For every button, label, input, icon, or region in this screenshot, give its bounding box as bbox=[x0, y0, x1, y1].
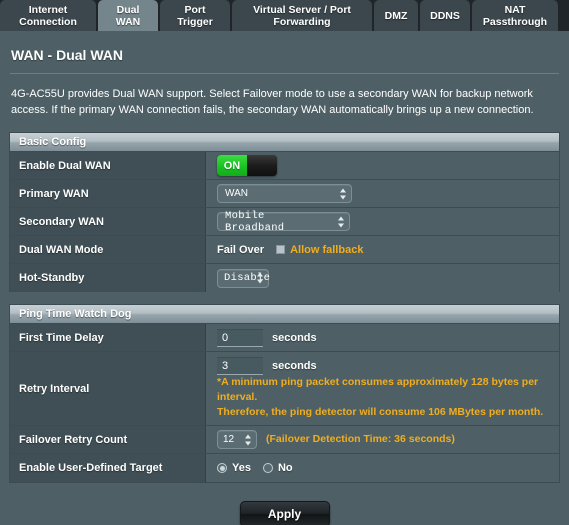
label-user-defined-target: Enable User-Defined Target bbox=[10, 454, 206, 482]
field-primary-wan: WAN bbox=[206, 180, 559, 207]
tab-ddns-label: DDNS bbox=[430, 9, 460, 22]
tab-dual-wan[interactable]: Dual WAN bbox=[98, 0, 158, 31]
field-user-defined-target: Yes No bbox=[206, 454, 559, 482]
tab-nat-passthrough-line2: Passthrough bbox=[482, 15, 548, 28]
ping-watch-dog-panel: Ping Time Watch Dog First Time Delay sec… bbox=[9, 304, 560, 483]
tab-port-trigger[interactable]: Port Trigger bbox=[160, 0, 230, 31]
ping-watch-dog-heading: Ping Time Watch Dog bbox=[10, 305, 559, 324]
row-retry-interval: Retry Interval seconds *A minimum ping p… bbox=[10, 352, 559, 426]
secondary-wan-value: Mobile Broadband bbox=[225, 209, 285, 234]
tab-nat-passthrough[interactable]: NAT Passthrough bbox=[472, 0, 558, 31]
title-divider bbox=[10, 73, 559, 74]
allow-fallback-label: Allow fallback bbox=[290, 243, 364, 256]
label-first-time-delay: First Time Delay bbox=[10, 324, 206, 351]
tab-port-trigger-line2: Trigger bbox=[177, 15, 213, 28]
label-retry-interval: Retry Interval bbox=[10, 352, 206, 425]
row-dual-wan-mode: Dual WAN Mode Fail Over Allow fallback bbox=[10, 236, 559, 264]
retry-interval-input-line: seconds bbox=[217, 357, 317, 375]
tab-internet-connection[interactable]: Internet Connection bbox=[0, 0, 96, 31]
row-user-defined-target: Enable User-Defined Target Yes No bbox=[10, 454, 559, 482]
row-secondary-wan: Secondary WAN Mobile Broadband bbox=[10, 208, 559, 236]
page-title: WAN - Dual WAN bbox=[11, 47, 123, 63]
chevron-updown-icon bbox=[244, 434, 251, 445]
retry-interval-note-line1: *A minimum ping packet consumes approxim… bbox=[217, 376, 539, 403]
user-defined-target-radio-group: Yes No bbox=[217, 462, 305, 474]
tab-dmz[interactable]: DMZ bbox=[374, 0, 418, 31]
failover-detection-time-note: (Failover Detection Time: 36 seconds) bbox=[266, 433, 455, 445]
label-dual-wan-mode: Dual WAN Mode bbox=[10, 236, 206, 263]
label-failover-retry-count: Failover Retry Count bbox=[10, 426, 206, 453]
row-hot-standby: Hot-Standby Disable bbox=[10, 264, 559, 292]
basic-config-panel: Basic Config Enable Dual WAN ON Primary … bbox=[9, 132, 560, 292]
row-primary-wan: Primary WAN WAN bbox=[10, 180, 559, 208]
user-defined-target-no-label: No bbox=[277, 462, 293, 474]
user-defined-target-yes-wrap[interactable]: Yes bbox=[217, 462, 251, 474]
field-dual-wan-mode: Fail Over Allow fallback bbox=[206, 236, 559, 263]
first-time-delay-unit: seconds bbox=[272, 331, 317, 344]
tab-dual-wan-line1: Dual bbox=[116, 3, 140, 16]
dual-wan-mode-value: Fail Over bbox=[217, 243, 265, 256]
retry-interval-note-line2: Therefore, the ping detector will consum… bbox=[217, 406, 544, 418]
field-failover-retry-count: 12 (Failover Detection Time: 36 seconds) bbox=[206, 426, 559, 453]
label-hot-standby: Hot-Standby bbox=[10, 264, 206, 292]
toggle-knob bbox=[247, 155, 277, 176]
tab-dmz-label: DMZ bbox=[384, 9, 408, 22]
allow-fallback-checkbox[interactable] bbox=[276, 245, 286, 254]
row-enable-dual-wan: Enable Dual WAN ON bbox=[10, 152, 559, 180]
chevron-updown-icon bbox=[337, 216, 344, 227]
enable-dual-wan-toggle[interactable]: ON bbox=[217, 155, 277, 176]
chevron-updown-icon bbox=[339, 188, 346, 199]
apply-bar: Apply bbox=[9, 483, 560, 525]
toggle-on-label: ON bbox=[217, 155, 247, 176]
field-enable-dual-wan: ON bbox=[206, 152, 559, 179]
hot-standby-value: Disable bbox=[224, 272, 271, 284]
primary-wan-select[interactable]: WAN bbox=[217, 184, 352, 203]
field-retry-interval: seconds *A minimum ping packet consumes … bbox=[206, 352, 559, 425]
tab-bar: Internet Connection Dual WAN Port Trigge… bbox=[0, 0, 569, 31]
primary-wan-value: WAN bbox=[225, 188, 248, 199]
user-defined-target-no-wrap[interactable]: No bbox=[262, 462, 293, 474]
user-defined-target-no-radio[interactable] bbox=[262, 463, 273, 473]
retry-interval-unit: seconds bbox=[272, 360, 317, 372]
first-time-delay-input[interactable] bbox=[217, 328, 263, 347]
tab-virtual-server-line2: Forwarding bbox=[273, 15, 331, 28]
tab-internet-connection-line2: Connection bbox=[19, 15, 77, 28]
user-defined-target-yes-radio[interactable] bbox=[217, 463, 227, 473]
failover-retry-count-value: 12 bbox=[223, 434, 235, 445]
field-first-time-delay: seconds bbox=[206, 324, 559, 351]
page-content: WAN - Dual WAN 4G-AC55U provides Dual WA… bbox=[0, 31, 569, 525]
basic-config-heading: Basic Config bbox=[10, 133, 559, 152]
user-defined-target-yes-label: Yes bbox=[232, 462, 251, 474]
tab-nat-passthrough-line1: NAT bbox=[504, 3, 526, 16]
secondary-wan-select[interactable]: Mobile Broadband bbox=[217, 209, 350, 234]
label-primary-wan: Primary WAN bbox=[10, 180, 206, 207]
allow-fallback-checkbox-wrap[interactable]: Allow fallback bbox=[276, 244, 363, 256]
failover-retry-count-select[interactable]: 12 bbox=[217, 430, 257, 449]
retry-interval-input[interactable] bbox=[217, 357, 263, 375]
page-description: 4G-AC55U provides Dual WAN support. Sele… bbox=[11, 88, 534, 116]
tab-ddns[interactable]: DDNS bbox=[420, 0, 470, 31]
apply-button[interactable]: Apply bbox=[239, 501, 330, 525]
hot-standby-select[interactable]: Disable bbox=[217, 268, 271, 288]
tab-port-trigger-line1: Port bbox=[184, 3, 206, 16]
tab-virtual-server-line1: Virtual Server / Port bbox=[253, 3, 351, 16]
tab-virtual-server-port-forwarding[interactable]: Virtual Server / Port Forwarding bbox=[232, 0, 372, 31]
tab-bar-filler bbox=[558, 0, 569, 31]
chevron-updown-icon bbox=[256, 272, 263, 284]
panel-spacer bbox=[9, 292, 560, 304]
row-first-time-delay: First Time Delay seconds bbox=[10, 324, 559, 352]
row-failover-retry-count: Failover Retry Count 12 (Failover Detect… bbox=[10, 426, 559, 454]
label-secondary-wan: Secondary WAN bbox=[10, 208, 206, 235]
field-secondary-wan: Mobile Broadband bbox=[206, 208, 559, 235]
tab-dual-wan-line2: WAN bbox=[115, 15, 141, 28]
field-hot-standby: Disable bbox=[206, 264, 559, 292]
tab-internet-connection-line1: Internet bbox=[28, 3, 68, 16]
label-enable-dual-wan: Enable Dual WAN bbox=[10, 152, 206, 179]
